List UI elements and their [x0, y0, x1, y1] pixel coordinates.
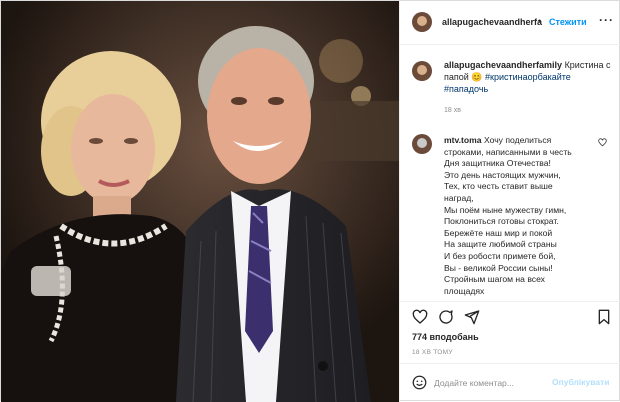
- hashtag-link[interactable]: #кристинаорбакайте: [485, 72, 571, 82]
- post-actions: 774 вподобань 18 ХВ ТОМУ: [400, 301, 620, 371]
- caption-author-avatar[interactable]: [412, 61, 432, 81]
- comment-line: Поклониться готовы стократ.: [444, 216, 559, 227]
- comment-line: Вы - великой России сыны!: [444, 262, 553, 273]
- publish-button[interactable]: Опублікувати: [552, 377, 609, 387]
- post-header: allapugachevaandherfa • Стежити ···: [400, 1, 620, 45]
- more-dots-icon[interactable]: ···: [599, 13, 614, 27]
- comment-body: mtv.toma Хочу поделиться строками, напис…: [444, 135, 594, 297]
- comment-line: И без робости примете бой,: [444, 250, 556, 261]
- instagram-post-modal: allapugachevaandherfa • Стежити ··· alla…: [0, 0, 620, 402]
- comment-like-heart-icon[interactable]: [598, 138, 607, 147]
- separator-dot: •: [538, 16, 542, 26]
- comment-line: Хочу поделиться: [483, 135, 552, 145]
- photo-illustration: [1, 1, 399, 402]
- post-caption: allapugachevaandherfamily Кристина с пап…: [444, 59, 614, 95]
- comment-line: Тех, кто честь ставит выше: [444, 181, 553, 192]
- comment-line: Мы поём ныне мужеству гимн,: [444, 204, 567, 215]
- comment-line: Дня защитника Отечества!: [444, 158, 551, 169]
- share-send-icon[interactable]: [464, 309, 480, 325]
- add-comment-row: Опублікувати: [400, 363, 620, 402]
- comment-line: наград,: [444, 192, 474, 203]
- author-avatar[interactable]: [412, 12, 432, 32]
- smile-emoji-icon: 😊: [471, 72, 483, 82]
- commenter-avatar[interactable]: [412, 134, 432, 154]
- likes-count[interactable]: 774 вподобань: [412, 332, 479, 342]
- comment-line: Это день настоящих мужчин,: [444, 169, 561, 180]
- comment-line: строками, написанными в честь: [444, 146, 572, 157]
- emoji-smiley-icon[interactable]: [412, 375, 427, 390]
- comment-line: На защите любимой страны: [444, 239, 557, 250]
- post-photo[interactable]: [1, 1, 399, 402]
- caption-author[interactable]: allapugachevaandherfamily: [444, 60, 562, 70]
- hashtag-link[interactable]: #пападочь: [444, 84, 488, 94]
- post-age: 18 ХВ ТОМУ: [412, 349, 453, 356]
- comment-input[interactable]: [434, 376, 554, 390]
- comment-line: площадях: [444, 285, 485, 296]
- save-bookmark-icon[interactable]: [596, 309, 612, 325]
- comment-line: Стройным шагом на всех: [444, 274, 545, 285]
- post-side-panel: allapugachevaandherfa • Стежити ··· alla…: [399, 1, 620, 402]
- like-heart-icon[interactable]: [412, 309, 428, 325]
- comment-line: Бережёте наш мир и покой: [444, 227, 553, 238]
- caption-time: 18 хв: [444, 107, 461, 114]
- follow-button[interactable]: Стежити: [549, 17, 587, 27]
- comment-author[interactable]: mtv.toma: [444, 135, 482, 145]
- comment-bubble-icon[interactable]: [438, 309, 454, 325]
- author-username[interactable]: allapugachevaandherfa: [442, 17, 542, 27]
